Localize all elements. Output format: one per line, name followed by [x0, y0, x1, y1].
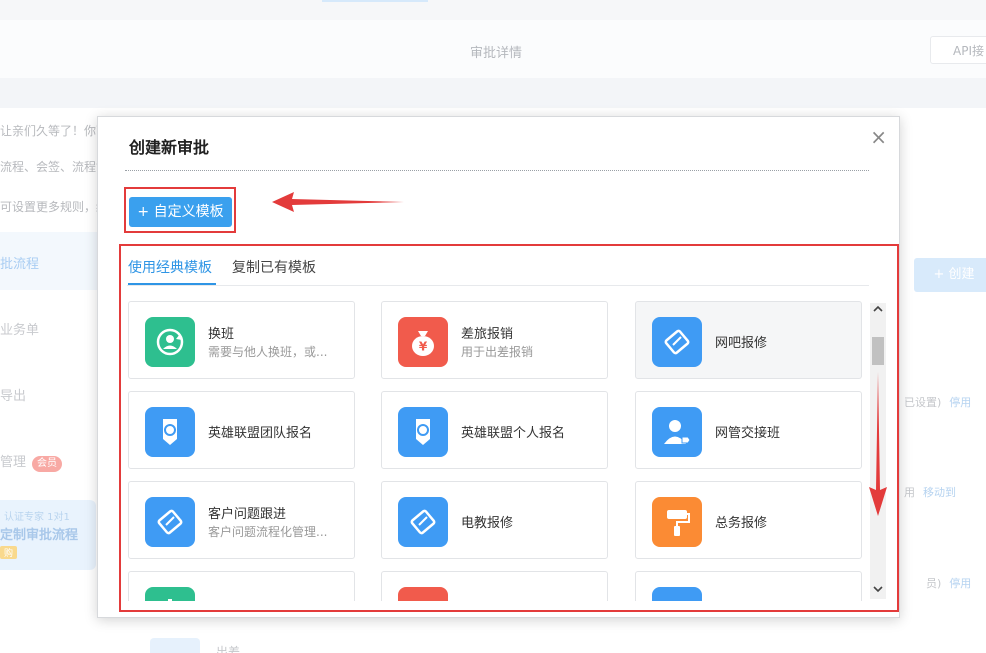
row-status-text: 已设置)	[904, 396, 942, 409]
notice-band	[0, 78, 986, 108]
template-card[interactable]: ¥ 差旅报销 用于出差报销	[381, 301, 608, 379]
svg-text:¥: ¥	[419, 340, 428, 354]
tab-copy-templates[interactable]: 复制已有模板	[232, 257, 316, 277]
template-card[interactable]: 电教报修	[381, 481, 608, 559]
promo-subtitle: 认证专家 1对1	[4, 512, 70, 523]
document-icon	[398, 587, 448, 601]
template-card[interactable]: 英雄联盟团队报名	[128, 391, 355, 469]
template-title: 网管交接班	[715, 426, 781, 441]
template-title: 英雄联盟团队报名	[208, 426, 313, 441]
template-title: 网吧报修	[715, 336, 768, 351]
tabs-divider	[127, 285, 869, 286]
disable-link[interactable]: 停用	[949, 396, 971, 409]
template-card[interactable]: 英雄联盟个人报名	[381, 391, 608, 469]
list-item-icon	[150, 638, 200, 653]
list-item-label: 出差	[216, 645, 241, 653]
api-button[interactable]: API接	[930, 36, 986, 64]
row-status: 已设置) 停用	[904, 394, 971, 410]
template-title: 电教报修	[461, 516, 514, 531]
create-approval-dialog: 创建新审批 × + 自定义模板 使用经典模板 复制已有模板 换班 需要与他人换班…	[97, 116, 900, 618]
template-title: 差旅报销	[461, 327, 514, 342]
template-desc: 客户问题流程化管理...	[208, 525, 328, 539]
close-icon[interactable]: ×	[870, 125, 887, 149]
sidebar-item-label: 管理	[0, 455, 27, 470]
template-card[interactable]	[128, 571, 355, 601]
template-card[interactable]	[381, 571, 608, 601]
template-scrollbar[interactable]	[870, 303, 886, 599]
award-ribbon-icon	[398, 407, 448, 457]
template-desc: 用于出差报销	[461, 345, 534, 359]
scroll-up-icon[interactable]	[870, 303, 886, 319]
sidebar-item-manage[interactable]: 管理 会员	[0, 451, 63, 472]
tab-classic-templates[interactable]: 使用经典模板	[128, 257, 212, 277]
template-title: 总务报修	[715, 516, 768, 531]
wrench-tag-icon	[652, 317, 702, 367]
promo-tag: 购	[0, 546, 18, 559]
template-card[interactable]: 客户问题跟进 客户问题流程化管理...	[128, 481, 355, 559]
person-tag-icon	[652, 407, 702, 457]
paint-roller-icon	[652, 497, 702, 547]
create-button[interactable]: + 创建	[914, 258, 986, 292]
money-bag-icon: ¥	[398, 317, 448, 367]
person-icon	[145, 587, 195, 601]
row-status-text: 用	[904, 486, 915, 499]
row-status: 员) 停用	[926, 575, 971, 591]
sidebar-item-business[interactable]: 业务单	[0, 319, 39, 338]
sidebar-item-export[interactable]: 导出	[0, 385, 26, 404]
notice-text: 可设置更多规则，结	[0, 200, 109, 214]
scroll-thumb[interactable]	[872, 337, 884, 365]
template-card[interactable]: 总务报修	[635, 481, 862, 559]
award-ribbon-icon	[145, 407, 195, 457]
template-grid: 换班 需要与他人换班，或... ¥ 差旅报销 用于出差报销 网吧报修 英雄联盟团…	[128, 301, 863, 601]
template-title: 换班	[208, 327, 235, 342]
custom-template-button[interactable]: + 自定义模板	[129, 197, 232, 227]
template-card[interactable]: 网管交接班	[635, 391, 862, 469]
title-divider	[125, 170, 869, 171]
template-title: 客户问题跟进	[208, 507, 287, 522]
promo-title: 定制审批流程	[0, 528, 79, 543]
scroll-down-icon[interactable]	[870, 583, 886, 599]
refresh-person-icon	[145, 317, 195, 367]
wrench-tag-icon	[398, 497, 448, 547]
disable-link[interactable]: 停用	[949, 577, 971, 590]
dialog-title: 创建新审批	[129, 138, 210, 157]
template-card[interactable]	[635, 571, 862, 601]
detail-tab[interactable]: 审批详情	[470, 42, 522, 61]
notice-text: 流程、会签、流程协	[0, 160, 109, 174]
row-status-text: 员)	[926, 577, 942, 590]
top-bar	[0, 0, 986, 20]
group-icon	[652, 587, 702, 601]
top-bar-accent	[322, 0, 428, 2]
template-card[interactable]: 换班 需要与他人换班，或...	[128, 301, 355, 379]
row-status: 用移动到	[904, 484, 956, 500]
template-desc: 需要与他人换班，或...	[208, 345, 328, 359]
sidebar-item-flow[interactable]: 批流程	[0, 253, 39, 272]
template-title: 英雄联盟个人报名	[461, 426, 566, 441]
member-badge: 会员	[32, 456, 63, 472]
template-card[interactable]: 网吧报修	[635, 301, 862, 379]
move-link[interactable]: 移动到	[923, 486, 956, 499]
wrench-tag-icon	[145, 497, 195, 547]
notice-text: 让亲们久等了！你可	[0, 124, 109, 138]
